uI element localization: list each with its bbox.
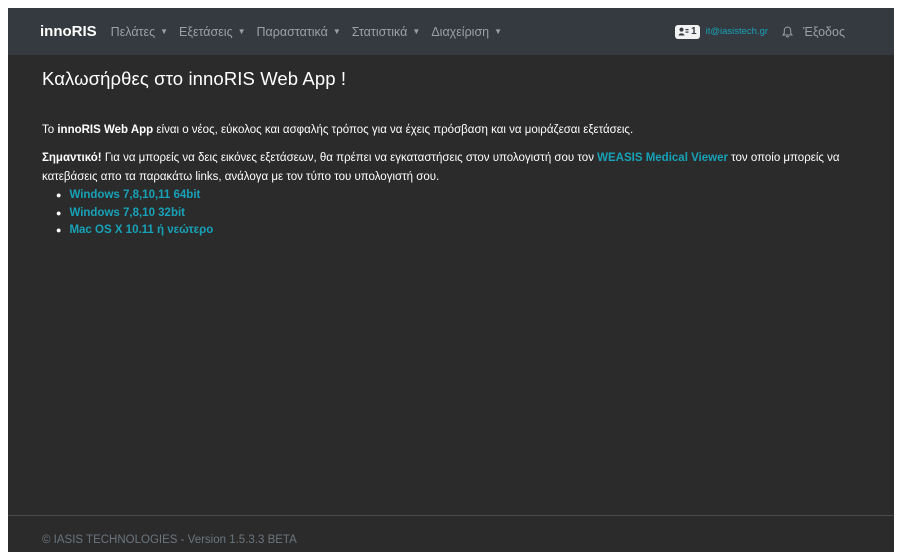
- nav-menu-label: Στατιστικά: [351, 24, 408, 39]
- caret-down-icon: ▼: [237, 27, 246, 36]
- top-navbar: innoRIS Πελάτες ▼ Εξετάσεις ▼ Παραστατικ…: [8, 8, 894, 55]
- list-item: ● Windows 7,8,10 32bit: [56, 205, 872, 223]
- user-badge-count: 1: [691, 26, 697, 37]
- caret-down-icon: ▼: [412, 27, 421, 36]
- nav-menu-administration[interactable]: Διαχείριση ▼: [431, 25, 502, 39]
- footer-version-text: © IASIS TECHNOLOGIES - Version 1.5.3.3 B…: [42, 534, 297, 546]
- app-window: innoRIS Πελάτες ▼ Εξετάσεις ▼ Παραστατικ…: [8, 8, 894, 552]
- important-text-before: Για να μπορείς να δεις εικόνες εξετάσεων…: [101, 152, 598, 164]
- download-links-list: ● Windows 7,8,10,11 64bit ● Windows 7,8,…: [42, 187, 872, 240]
- list-item: ● Windows 7,8,10,11 64bit: [56, 187, 872, 205]
- page-title: Καλωσήρθες στο innoRIS Web App !: [42, 68, 347, 89]
- nav-menu-label: Διαχείριση: [431, 24, 490, 39]
- caret-down-icon: ▼: [494, 27, 503, 36]
- download-link-windows-64bit[interactable]: Windows 7,8,10,11 64bit: [69, 187, 200, 205]
- nav-menu-statistics[interactable]: Στατιστικά ▼: [352, 25, 421, 39]
- nav-menu-label: Εξετάσεις: [179, 24, 233, 39]
- navbar-right: 1 it@iasistech.gr Έξοδος: [675, 24, 845, 39]
- download-link-mac[interactable]: Mac OS X 10.11 ή νεώτερο: [69, 222, 213, 240]
- user-email-link[interactable]: it@iasistech.gr: [706, 26, 768, 37]
- nav-menu-exams[interactable]: Εξετάσεις ▼: [179, 25, 246, 39]
- page-footer: © IASIS TECHNOLOGIES - Version 1.5.3.3 B…: [8, 515, 894, 552]
- nav-menu-label: Πελάτες: [110, 24, 156, 39]
- important-paragraph: Σημαντικό! Για να μπορείς να δεις εικόνε…: [42, 149, 872, 187]
- download-link-windows-32bit[interactable]: Windows 7,8,10 32bit: [69, 205, 185, 223]
- main-content: Καλωσήρθες στο innoRIS Web App ! Το inno…: [42, 68, 872, 240]
- intro-suffix: είναι ο νέος, εύκολος και ασφαλής τρόπος…: [153, 124, 634, 136]
- user-badge[interactable]: 1: [675, 24, 700, 39]
- bell-icon: [782, 25, 794, 37]
- caret-down-icon: ▼: [332, 27, 341, 36]
- intro-prefix: Το: [42, 124, 58, 136]
- bullet-icon: ●: [56, 225, 62, 235]
- intro-app-name: innoRIS Web App: [57, 124, 154, 136]
- important-label: Σημαντικό!: [42, 152, 102, 164]
- logout-link[interactable]: Έξοδος: [803, 25, 845, 39]
- nav-menu-label: Παραστατικά: [256, 24, 328, 39]
- notifications-button[interactable]: [782, 25, 794, 38]
- caret-down-icon: ▼: [160, 27, 169, 36]
- brand-logo[interactable]: innoRIS: [40, 23, 97, 40]
- bullet-icon: ●: [56, 207, 62, 218]
- user-card-icon: [678, 27, 689, 36]
- intro-paragraph: Το innoRIS Web App είναι ο νέος, εύκολος…: [42, 124, 872, 136]
- bullet-icon: ●: [56, 190, 62, 200]
- list-item: ● Mac OS X 10.11 ή νεώτερο: [56, 222, 872, 240]
- nav-menu-customers[interactable]: Πελάτες ▼: [111, 25, 168, 39]
- nav-menu-invoices[interactable]: Παραστατικά ▼: [257, 25, 341, 39]
- weasis-viewer-link[interactable]: WEASIS Medical Viewer: [597, 152, 728, 164]
